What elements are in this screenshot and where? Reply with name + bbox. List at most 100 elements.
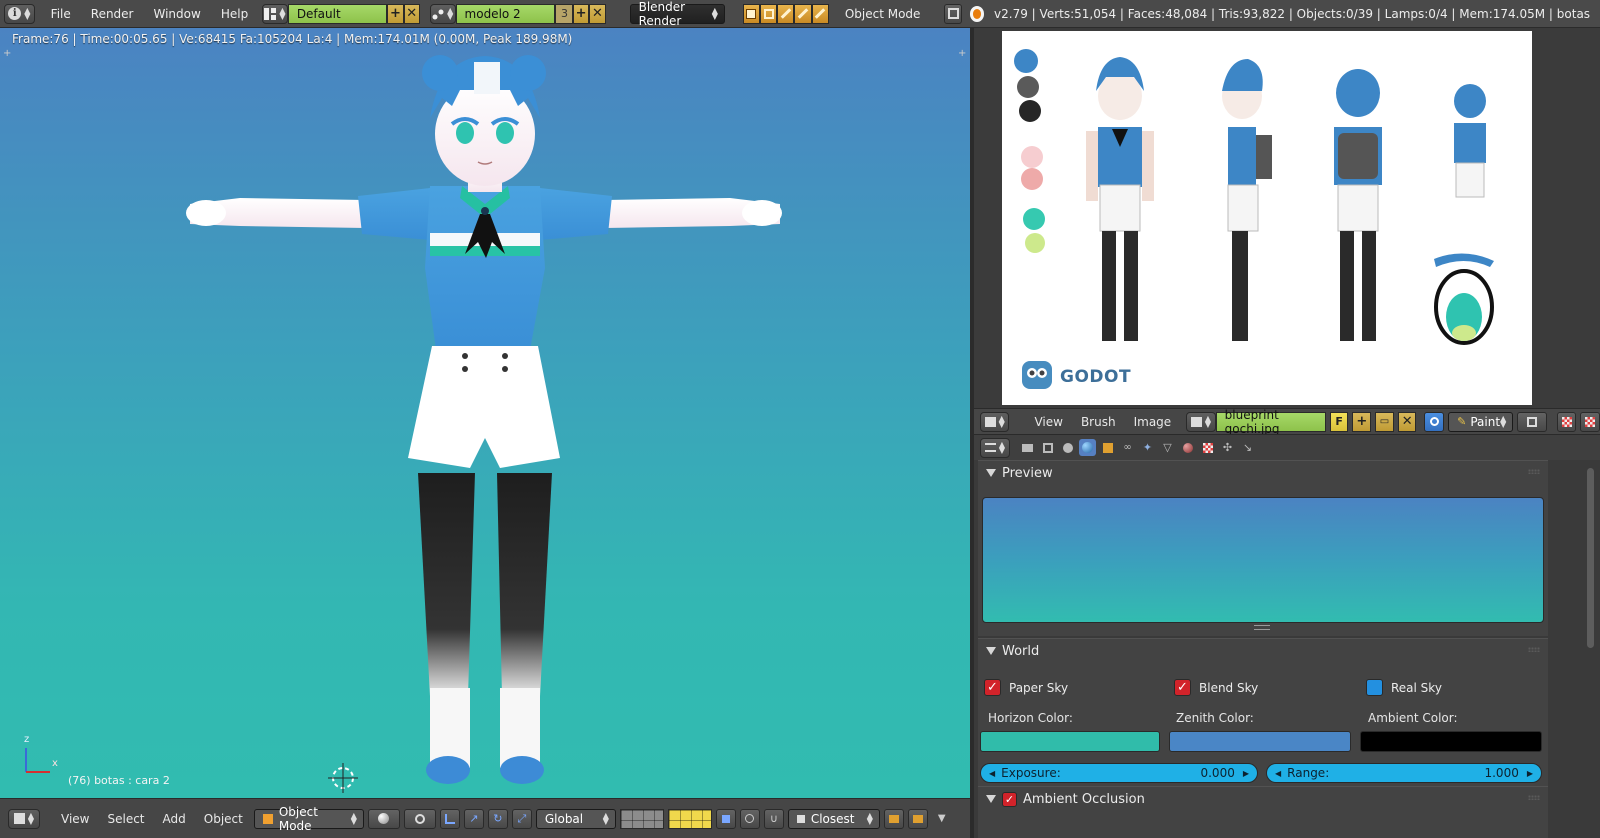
object-tab-icon[interactable] xyxy=(1099,439,1116,456)
data-tab-icon[interactable]: ▽ xyxy=(1159,439,1176,456)
keyframe-paint-button[interactable] xyxy=(811,3,829,24)
zenith-color-swatch[interactable] xyxy=(1169,731,1351,752)
world-tab-icon[interactable] xyxy=(1079,439,1096,456)
editor-type-button[interactable]: ▲ ▼ xyxy=(980,437,1010,458)
menu-render[interactable]: Render xyxy=(81,0,144,28)
add-scene-button[interactable]: + xyxy=(572,3,590,24)
blend-sky-option[interactable]: ✓ Blend Sky xyxy=(1174,679,1258,696)
scale-button[interactable]: ⤢ xyxy=(511,808,532,829)
editor-type-button[interactable]: ▲ ▼ xyxy=(980,411,1010,432)
chevron-left-icon[interactable]: ◀ xyxy=(1275,769,1281,778)
layer-buttons-b[interactable] xyxy=(667,808,712,829)
rotate-button[interactable]: ↻ xyxy=(487,808,508,829)
unlink-image-button[interactable]: ✕ xyxy=(1397,411,1417,432)
properties-icon xyxy=(984,443,996,452)
physics-tab-icon[interactable]: ↘ xyxy=(1239,439,1256,456)
ambient-occlusion-panel-header[interactable]: ✓ Ambient Occlusion xyxy=(978,787,1548,811)
render-layers-tab-icon[interactable] xyxy=(1039,439,1056,456)
open-image-button[interactable]: ▭ xyxy=(1375,411,1394,432)
menu-view[interactable]: View xyxy=(54,812,96,826)
camera-view-button[interactable] xyxy=(944,3,962,24)
menu-select[interactable]: Select xyxy=(100,812,151,826)
chevron-left-icon[interactable]: ◀ xyxy=(989,769,995,778)
delete-screen-button[interactable]: ✕ xyxy=(403,3,420,24)
chevron-right-icon[interactable]: ▶ xyxy=(1243,769,1249,778)
render-tab-icon[interactable] xyxy=(1019,439,1036,456)
menu-add[interactable]: Add xyxy=(156,812,193,826)
layer-buttons-a[interactable] xyxy=(619,808,664,829)
manipulator-toggle[interactable] xyxy=(439,808,460,829)
opengl-animation-button[interactable] xyxy=(907,808,928,829)
menu-brush[interactable]: Brush xyxy=(1074,415,1123,429)
fake-user-button[interactable]: F xyxy=(1329,411,1349,432)
render-engine-select[interactable]: Blender Render ▲ ▼ xyxy=(629,0,725,28)
resize-handle-icon[interactable] xyxy=(1254,625,1270,630)
ambient-occlusion-checkbox[interactable]: ✓ xyxy=(1002,791,1017,807)
menu-view[interactable]: View xyxy=(1027,415,1069,429)
particles-tab-icon[interactable]: ✣ xyxy=(1219,439,1236,456)
image-browse-button[interactable]: ▲ ▼ xyxy=(1186,411,1216,432)
constraints-tab-icon[interactable]: ∞ xyxy=(1119,439,1136,456)
editor-type-button[interactable]: ▲ ▼ xyxy=(8,808,40,829)
drag-handle-icon[interactable] xyxy=(1528,647,1540,652)
ambient-occlusion-title: Ambient Occlusion xyxy=(1023,791,1145,807)
material-tab-icon[interactable] xyxy=(1179,439,1196,456)
scene-button[interactable]: ▲ ▼ xyxy=(429,3,456,24)
proportional-edit-button[interactable] xyxy=(739,808,760,829)
globe-icon xyxy=(1082,442,1093,453)
ambient-color-swatch[interactable] xyxy=(1360,731,1542,752)
layer-lock-button[interactable] xyxy=(715,808,736,829)
range-field[interactable]: ◀ Range: 1.000 ▶ xyxy=(1266,763,1542,783)
editor-type-button[interactable]: i ▲ ▼ xyxy=(4,3,35,24)
modifiers-tab-icon[interactable]: ✦ xyxy=(1139,439,1156,456)
mode-select[interactable]: Object Mode ▲ ▼ xyxy=(253,805,364,833)
real-sky-option[interactable]: Real Sky xyxy=(1366,679,1442,696)
render-animation-button[interactable] xyxy=(760,3,778,24)
texture-paint-button[interactable] xyxy=(1556,411,1577,432)
blend-sky-checkbox[interactable]: ✓ xyxy=(1174,679,1191,696)
keyframe-brush-button[interactable] xyxy=(777,3,795,24)
menu-file[interactable]: File xyxy=(41,0,81,28)
render-icon-button[interactable] xyxy=(742,3,761,24)
exposure-field[interactable]: ◀ Exposure: 0.000 ▶ xyxy=(980,763,1258,783)
delete-scene-button[interactable]: ✕ xyxy=(589,3,606,24)
pin-image-button[interactable] xyxy=(1424,411,1445,432)
snap-target-select[interactable]: Closest ▲ ▼ xyxy=(787,808,880,829)
paper-sky-checkbox[interactable]: ✓ xyxy=(984,679,1001,696)
shading-select[interactable] xyxy=(367,808,400,829)
texture-mask-button[interactable] xyxy=(1580,411,1600,432)
mode-select[interactable]: ✎ Paint ▲ ▼ xyxy=(1448,411,1514,432)
character-model[interactable] xyxy=(0,28,970,798)
drag-handle-icon[interactable] xyxy=(1528,795,1540,800)
opengl-render-button[interactable] xyxy=(883,808,904,829)
drag-handle-icon[interactable] xyxy=(1528,469,1540,474)
keyframe-edit-button[interactable] xyxy=(794,3,812,24)
paper-sky-option[interactable]: ✓ Paper Sky xyxy=(984,679,1068,696)
menu-image[interactable]: Image xyxy=(1127,415,1179,429)
menu-object[interactable]: Object xyxy=(197,812,250,826)
menu-window[interactable]: Window xyxy=(144,0,211,28)
screen-layout-button[interactable]: ▲ ▼ xyxy=(262,3,288,24)
real-sky-checkbox[interactable] xyxy=(1366,679,1383,696)
3d-viewport[interactable]: Frame:76 | Time:00:05.65 | Ve:68415 Fa:1… xyxy=(0,28,970,798)
new-image-button[interactable]: + xyxy=(1352,411,1372,432)
translate-button[interactable]: ↗ xyxy=(463,808,484,829)
world-panel-header[interactable]: World xyxy=(978,639,1548,663)
uv-image-editor[interactable]: GODOT xyxy=(974,28,1600,408)
properties-scrollbar[interactable] xyxy=(1587,468,1594,648)
pivot-select[interactable] xyxy=(1517,411,1547,432)
horizon-color-swatch[interactable] xyxy=(980,731,1160,752)
preview-panel-header[interactable]: Preview xyxy=(978,461,1548,485)
scene-field[interactable]: modelo 2 xyxy=(455,3,555,24)
orientation-select[interactable]: Global ▲ ▼ xyxy=(535,808,616,829)
add-screen-button[interactable]: + xyxy=(387,3,404,24)
pivot-select[interactable] xyxy=(403,808,436,829)
chevron-down-icon[interactable]: ▼ xyxy=(938,813,946,824)
screen-layout-field[interactable]: Default xyxy=(287,3,388,24)
menu-help[interactable]: Help xyxy=(211,0,258,28)
chevron-right-icon[interactable]: ▶ xyxy=(1527,769,1533,778)
snap-toggle[interactable]: ∪ xyxy=(763,808,784,829)
texture-tab-icon[interactable] xyxy=(1199,439,1216,456)
image-name-field[interactable]: blueprint gochi.jpg xyxy=(1215,408,1326,436)
scene-tab-icon[interactable] xyxy=(1059,439,1076,456)
